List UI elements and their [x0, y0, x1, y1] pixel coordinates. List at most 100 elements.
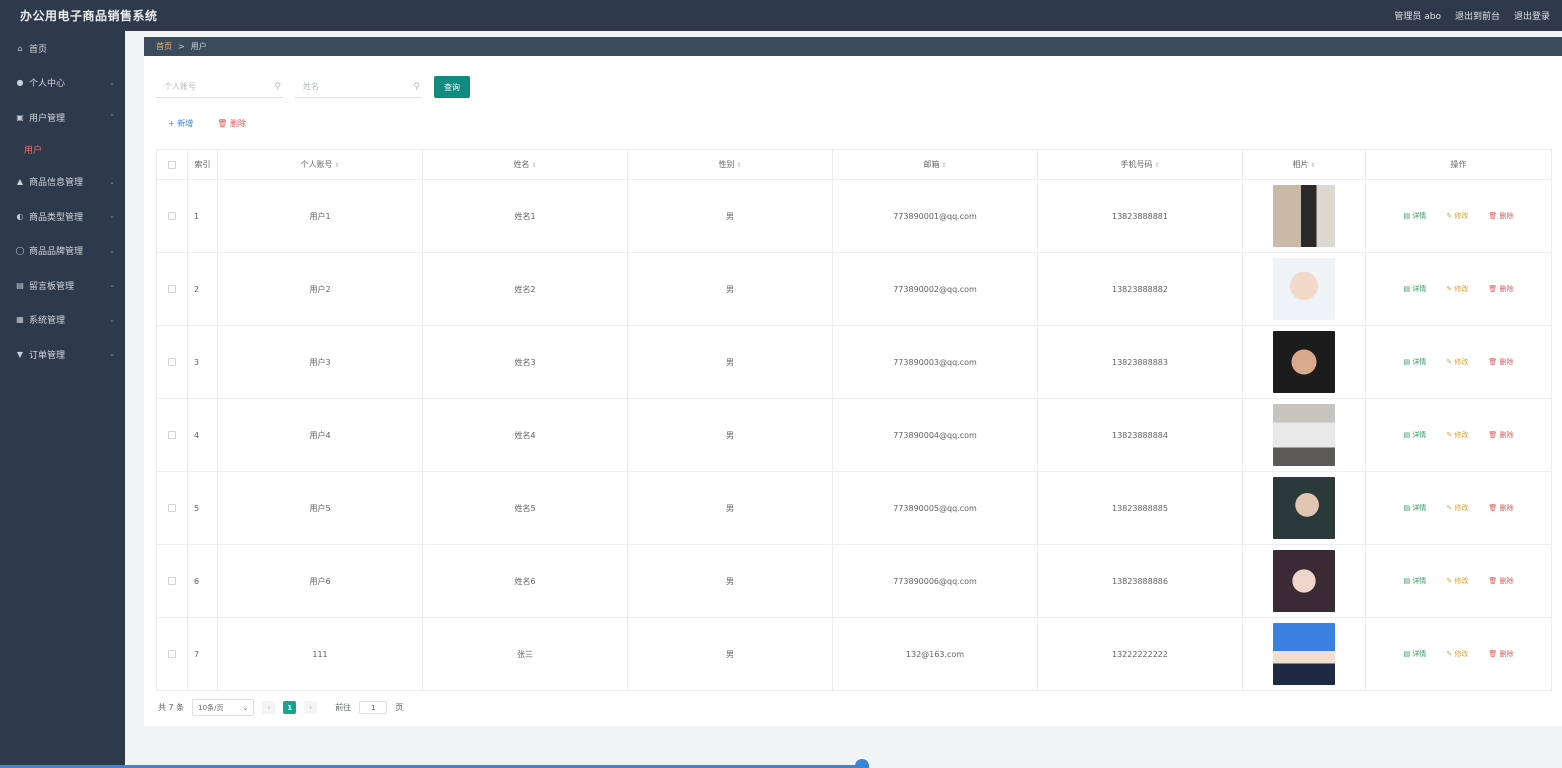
breadcrumb: 首页 > 用户 — [144, 37, 1562, 56]
edit-button[interactable]: ✎ 修改 — [1446, 649, 1468, 659]
cell-gender: 男 — [627, 544, 833, 618]
trash-icon: 🗑 — [1488, 358, 1500, 366]
sort-icon[interactable]: ⇕ — [334, 162, 339, 169]
cell-index: 5 — [187, 471, 218, 545]
sort-icon[interactable]: ⇕ — [736, 162, 741, 169]
cell-phone: 13823888886 — [1037, 544, 1243, 618]
detail-button[interactable]: ▤ 详情 — [1403, 357, 1426, 367]
user-icon: ● — [16, 78, 24, 88]
cell-email: 773890002@qq.com — [832, 252, 1038, 326]
page-size-select[interactable]: 10条/页 ⌄ — [192, 699, 255, 716]
home-icon: ⌂ — [17, 43, 23, 53]
header-gender[interactable]: 性别 ⇕ — [627, 149, 833, 180]
sidebar-item-label: 首页 — [29, 44, 48, 55]
document-icon: ▤ — [1403, 358, 1413, 366]
row-checkbox[interactable] — [168, 504, 176, 512]
header-name[interactable]: 姓名 ⇕ — [422, 149, 628, 180]
total-count: 共 7 条 — [158, 703, 185, 712]
grid-icon: ▦ — [16, 315, 24, 325]
detail-button[interactable]: ▤ 详情 — [1403, 649, 1426, 659]
breadcrumb-home[interactable]: 首页 — [156, 41, 172, 52]
sidebar-item-product-info[interactable]: ▲ 商品信息管理 ⌄ — [0, 165, 125, 200]
sidebar-item-product-brand[interactable]: ◯ 商品品牌管理 ⌄ — [0, 234, 125, 269]
scrollbar-handle[interactable] — [855, 759, 869, 768]
delete-button[interactable]: 🗑 删除 — [1488, 576, 1513, 586]
user-photo[interactable] — [1273, 404, 1335, 466]
delete-button[interactable]: 🗑 删除 — [1488, 211, 1513, 221]
sort-icon[interactable]: ⇕ — [531, 162, 536, 169]
header-email[interactable]: 邮箱 ⇕ — [832, 149, 1038, 180]
admin-user-label: 管理员 abo — [1394, 12, 1441, 22]
batch-delete-button[interactable]: 🗑 删除 — [217, 118, 246, 129]
edit-button[interactable]: ✎ 修改 — [1446, 211, 1468, 221]
header-account[interactable]: 个人账号 ⇕ — [217, 149, 423, 180]
sidebar-item-orders[interactable]: ▼ 订单管理 ⌄ — [0, 337, 125, 372]
sidebar-item-label: 订单管理 — [29, 350, 66, 361]
user-photo[interactable] — [1273, 477, 1335, 539]
sidebar-item-user-management[interactable]: ▣ 用户管理 ⌃ — [0, 100, 125, 135]
cell-email: 773890001@qq.com — [832, 179, 1038, 253]
name-search-input[interactable] — [303, 82, 403, 91]
cell-phone: 13823888883 — [1037, 325, 1243, 399]
account-search-box: ⚲ — [156, 76, 283, 98]
row-checkbox[interactable] — [168, 650, 176, 658]
table-header-row: 索引 个人账号 ⇕ 姓名 ⇕ 性别 ⇕ 邮箱 ⇕ 手机号码 ⇕ 相片 ⇕ 操作 — [156, 149, 1552, 180]
cell-operations: ▤ 详情 ✎ 修改 🗑 删除 — [1365, 398, 1552, 472]
user-photo[interactable] — [1273, 623, 1335, 685]
delete-button[interactable]: 🗑 删除 — [1488, 430, 1513, 440]
sort-icon[interactable]: ⇕ — [1154, 162, 1159, 169]
sort-icon[interactable]: ⇕ — [941, 162, 946, 169]
cell-account: 用户3 — [217, 325, 423, 399]
detail-button[interactable]: ▤ 详情 — [1403, 576, 1426, 586]
cell-account: 用户2 — [217, 252, 423, 326]
row-checkbox[interactable] — [168, 212, 176, 220]
detail-button[interactable]: ▤ 详情 — [1403, 430, 1426, 440]
user-photo[interactable] — [1273, 331, 1335, 393]
row-checkbox[interactable] — [168, 358, 176, 366]
next-page-button[interactable]: › — [304, 701, 318, 714]
account-search-input[interactable] — [164, 82, 264, 91]
sidebar-item-personal-center[interactable]: ● 个人中心 ⌄ — [0, 66, 125, 101]
edit-button[interactable]: ✎ 修改 — [1446, 357, 1468, 367]
exit-to-front-link[interactable]: 退出到前台 — [1455, 9, 1500, 22]
sidebar-item-home[interactable]: ⌂ 首页 — [0, 31, 125, 66]
edit-button[interactable]: ✎ 修改 — [1446, 576, 1468, 586]
logout-link[interactable]: 退出登录 — [1514, 9, 1550, 22]
row-checkbox[interactable] — [168, 431, 176, 439]
detail-button[interactable]: ▤ 详情 — [1403, 211, 1426, 221]
detail-button[interactable]: ▤ 详情 — [1403, 503, 1426, 513]
sidebar-item-label: 商品类型管理 — [29, 212, 84, 223]
row-checkbox[interactable] — [168, 577, 176, 585]
goto-page-input[interactable] — [359, 701, 388, 714]
user-photo[interactable] — [1273, 258, 1335, 320]
page-number-current[interactable]: 1 — [283, 701, 297, 714]
sort-icon[interactable]: ⇕ — [1310, 162, 1315, 169]
query-button[interactable]: 查询 — [434, 76, 470, 98]
sidebar-item-message-board[interactable]: ▤ 留言板管理 ⌄ — [0, 268, 125, 303]
cell-email: 773890004@qq.com — [832, 398, 1038, 472]
trash-icon: 🗑 — [1488, 577, 1500, 585]
header-photo[interactable]: 相片 ⇕ — [1242, 149, 1366, 180]
edit-button[interactable]: ✎ 修改 — [1446, 503, 1468, 513]
edit-button[interactable]: ✎ 修改 — [1446, 430, 1468, 440]
add-button[interactable]: + 新增 — [168, 118, 193, 129]
delete-button[interactable]: 🗑 删除 — [1488, 357, 1513, 367]
sidebar-item-product-type[interactable]: ◐ 商品类型管理 ⌄ — [0, 199, 125, 234]
detail-button[interactable]: ▤ 详情 — [1403, 284, 1426, 294]
row-checkbox[interactable] — [168, 285, 176, 293]
cell-gender: 男 — [627, 252, 833, 326]
sidebar-subitem-user[interactable]: 用户 — [0, 135, 125, 165]
prev-page-button[interactable]: ‹ — [262, 701, 276, 714]
select-all-checkbox[interactable] — [168, 160, 176, 169]
sidebar-item-system[interactable]: ▦ 系统管理 ⌄ — [0, 303, 125, 338]
edit-button[interactable]: ✎ 修改 — [1446, 284, 1468, 294]
header-index: 索引 — [187, 149, 218, 180]
delete-button[interactable]: 🗑 删除 — [1488, 649, 1513, 659]
order-icon: ▼ — [16, 349, 24, 359]
header-phone[interactable]: 手机号码 ⇕ — [1037, 149, 1243, 180]
user-photo[interactable] — [1273, 185, 1335, 247]
row-select-cell — [156, 544, 188, 618]
user-photo[interactable] — [1273, 550, 1335, 612]
delete-button[interactable]: 🗑 删除 — [1488, 503, 1513, 513]
delete-button[interactable]: 🗑 删除 — [1488, 284, 1513, 294]
